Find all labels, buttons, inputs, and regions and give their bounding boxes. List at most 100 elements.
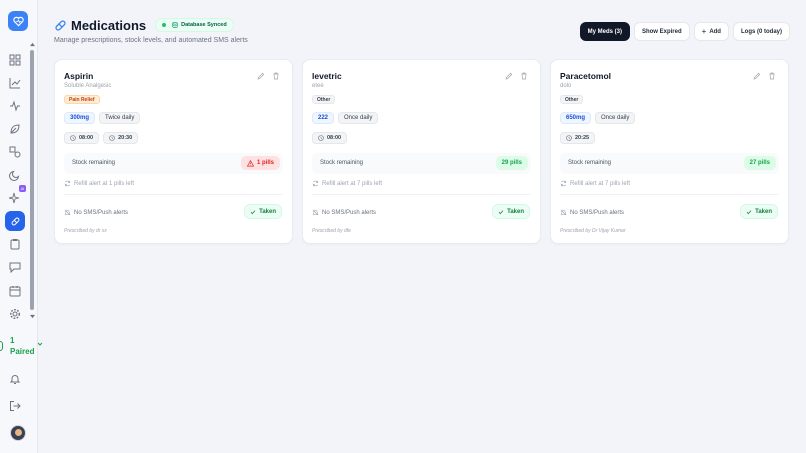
delete-icon[interactable] (272, 72, 280, 80)
card-actions (257, 72, 280, 80)
taken-button[interactable]: Taken (740, 204, 778, 219)
add-medication-button[interactable]: + Add (693, 22, 729, 41)
sidebar: AI 1 Paired (0, 0, 43, 453)
clipboard-icon[interactable] (8, 237, 22, 251)
alerts-text: No SMS/Push alerts (74, 209, 129, 216)
edit-icon[interactable] (257, 72, 265, 80)
paired-label: Paired (10, 347, 35, 356)
bell-icon[interactable] (8, 372, 22, 386)
refresh-icon (64, 180, 71, 187)
delete-icon[interactable] (768, 72, 776, 80)
dose-time-pill: 20:30 (103, 132, 139, 144)
dose-time: 20:25 (575, 135, 590, 141)
medication-card: levetric etee Other 222 Once daily 08:00 Stock… (302, 59, 541, 244)
alerts-status: No SMS/Push alerts (64, 209, 128, 216)
stock-count: 29 pills (501, 160, 522, 166)
divider (64, 194, 283, 195)
dashboard-icon[interactable] (8, 53, 22, 67)
stock-label: Stock remaining (72, 160, 116, 166)
schedule-row: 08:00 (312, 132, 348, 144)
schedule-row: 08:00 20:30 (64, 132, 139, 144)
calendar-icon[interactable] (8, 284, 22, 298)
medication-name: levetric (312, 71, 342, 81)
logout-icon[interactable] (8, 399, 22, 413)
dose-time: 08:00 (79, 135, 94, 141)
app-logo-icon[interactable] (8, 11, 28, 31)
dose-time: 08:00 (327, 135, 342, 141)
dosage-row: 300mg Twice daily (64, 112, 141, 124)
database-icon (172, 22, 178, 28)
refill-text: Refill alert at 7 pills left (570, 180, 631, 187)
leaf-icon[interactable] (8, 122, 22, 136)
check-icon (250, 209, 256, 215)
frequency-pill: Once daily (338, 112, 379, 124)
scroll-thumb[interactable] (30, 50, 34, 310)
sidebar-scrollbar[interactable] (30, 40, 35, 322)
user-avatar[interactable] (10, 425, 26, 441)
dosage-row: 650mg Once daily (560, 112, 636, 124)
pill-icon (54, 19, 67, 32)
refill-alert: Refill alert at 7 pills left (560, 180, 630, 187)
scroll-up-icon[interactable] (30, 42, 35, 47)
paired-count: 1 (10, 336, 15, 345)
chart-icon[interactable] (8, 76, 22, 90)
clock-icon (566, 135, 572, 141)
toolbar: My Meds (3) Show Expired + Add Logs (0 t… (579, 22, 790, 41)
stock-count: 27 pills (749, 160, 770, 166)
chat-icon[interactable] (8, 260, 22, 274)
alerts-text: No SMS/Push alerts (322, 209, 377, 216)
clock-icon (70, 135, 76, 141)
stock-box: Stock remaining 1 pills (64, 153, 283, 174)
category-tag: Other (560, 95, 584, 104)
edit-icon[interactable] (505, 72, 513, 80)
page-title: Medications (71, 17, 147, 33)
sync-status-badge: Database Synced (155, 18, 234, 32)
logs-button[interactable]: Logs (0 today) (732, 22, 790, 41)
dose-time-pill: 08:00 (64, 132, 100, 144)
chevron-down-icon[interactable] (37, 341, 43, 351)
card-actions (505, 72, 528, 80)
delete-icon[interactable] (520, 72, 528, 80)
my-meds-button[interactable]: My Meds (3) (579, 22, 630, 41)
bell-off-icon (560, 209, 567, 216)
taken-label: Taken (755, 208, 772, 215)
divider (312, 194, 531, 195)
clock-icon (318, 135, 324, 141)
stock-count: 1 pills (256, 160, 274, 166)
taken-label: Taken (507, 208, 524, 215)
shapes-icon[interactable] (8, 145, 22, 159)
refill-text: Refill alert at 1 pills left (74, 180, 135, 187)
dose-time: 20:30 (118, 135, 133, 141)
sparkles-icon[interactable] (8, 191, 22, 205)
stock-box: Stock remaining 29 pills (312, 153, 531, 174)
alerts-status: No SMS/Push alerts (560, 209, 624, 216)
refresh-icon (312, 180, 319, 187)
stock-badge: 29 pills (495, 156, 528, 170)
taken-button[interactable]: Taken (492, 204, 530, 219)
scroll-down-icon[interactable] (30, 314, 35, 319)
medication-card: Aspirin Soluble Analgesic Pain Relief 300mg… (54, 59, 293, 244)
clock-icon (109, 135, 115, 141)
settings-icon[interactable] (8, 307, 22, 321)
moon-icon[interactable] (8, 168, 22, 182)
paired-indicator (0, 341, 3, 351)
stock-box: Stock remaining 27 pills (560, 153, 779, 174)
taken-label: Taken (259, 208, 276, 215)
prescribed-by: Prescribed by Dr Vijay Kumar (560, 228, 626, 234)
taken-button[interactable]: Taken (244, 204, 282, 219)
category-tag: Pain Relief (64, 95, 100, 104)
show-expired-button[interactable]: Show Expired (633, 22, 690, 41)
dosage-row: 222 Once daily (312, 112, 379, 124)
medications-nav-icon[interactable] (5, 211, 25, 231)
add-label: Add (709, 28, 721, 35)
bell-off-icon (64, 209, 71, 216)
refill-alert: Refill alert at 7 pills left (312, 180, 382, 187)
activity-icon[interactable] (8, 99, 22, 113)
alerts-status: No SMS/Push alerts (312, 209, 376, 216)
dose-pill: 222 (312, 112, 335, 124)
dose-pill: 650mg (560, 112, 592, 124)
dose-time-pill: 08:00 (312, 132, 348, 144)
check-icon (498, 209, 504, 215)
edit-icon[interactable] (753, 72, 761, 80)
medication-generic-name: etee (312, 83, 324, 89)
